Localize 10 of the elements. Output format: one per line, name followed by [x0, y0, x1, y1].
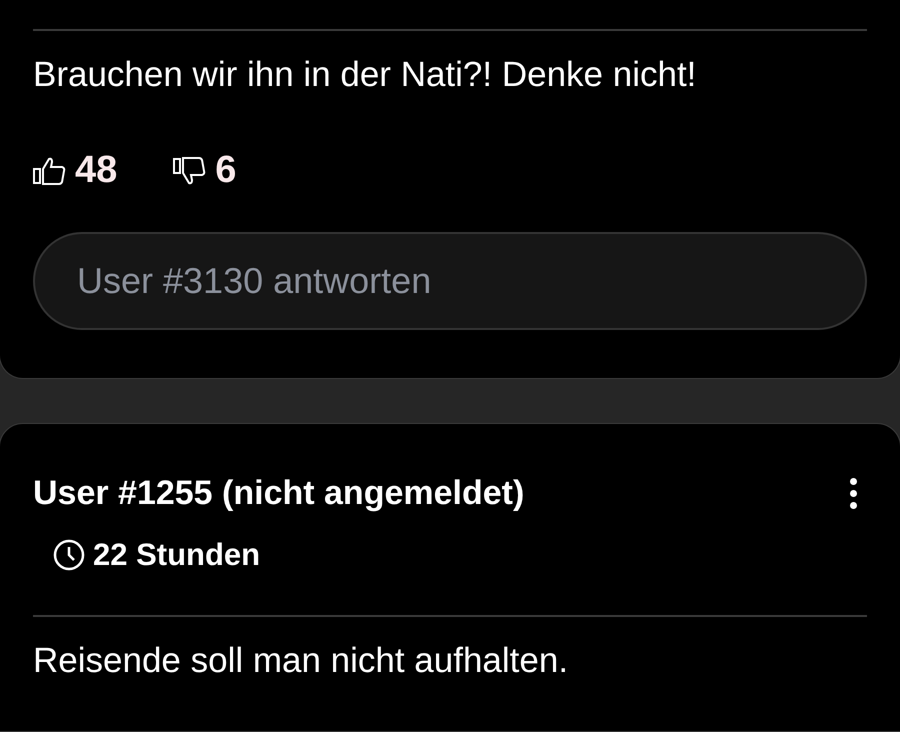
thumbs-up-icon[interactable]: [33, 156, 67, 186]
comment-author: User #1255 (nicht angemeldet): [33, 474, 524, 513]
reply-field[interactable]: User #3130 antworten: [33, 232, 867, 330]
clock-icon: [53, 539, 85, 571]
dislike-count: 6: [215, 149, 236, 192]
like-count: 48: [75, 149, 118, 192]
thumbs-down-icon[interactable]: [173, 156, 208, 186]
comment-text: Brauchen wir ihn in der Nati?! Denke nicht!: [33, 54, 698, 96]
comment-time: 22 Stunden: [93, 537, 260, 573]
comment-text: Reisende soll man nicht aufhalten.: [33, 640, 570, 682]
